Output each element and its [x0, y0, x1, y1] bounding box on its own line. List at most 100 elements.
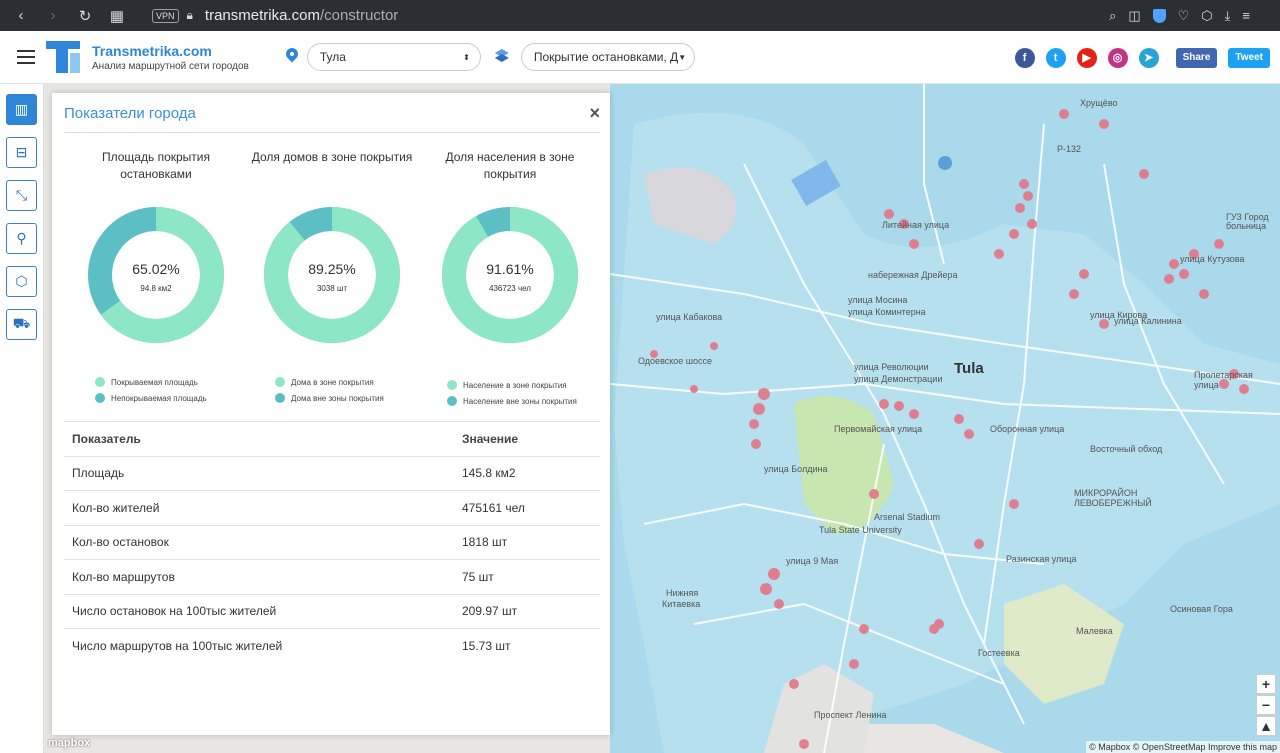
city-select[interactable]: Тула ⬍ [306, 43, 481, 71]
panel-divider [64, 132, 600, 133]
tweet-label: Tweet [1235, 52, 1263, 63]
map-city-label: Tula [954, 360, 984, 377]
map-street-label: улица Демонстрации [854, 374, 943, 384]
map-street-label: улица Кабакова [656, 312, 723, 322]
address-bar[interactable]: transmetrika.com/constructor [205, 7, 398, 24]
map-poi-label: больница [1226, 221, 1267, 231]
table-header-indicator: Показатель [72, 431, 141, 446]
vpn-badge[interactable]: VPN [152, 8, 179, 23]
legend-label: Покрываемая площадь [111, 377, 198, 387]
layer-select[interactable]: Покрытие остановками, Д ▼ [520, 43, 695, 71]
bus-tool-button[interactable]: ⊟ [6, 137, 37, 168]
facebook-share-label: Share [1182, 52, 1211, 63]
legend-dot-uncovered [95, 393, 105, 403]
lock-icon: 🔒︎ [186, 8, 193, 22]
map-street-label: Первомайская улица [834, 424, 923, 434]
twitter-icon[interactable]: t [1045, 47, 1066, 68]
table-cell-indicator: Число маршрутов на 100тыс жителей [72, 639, 283, 654]
zoom-out-button[interactable]: − [1256, 695, 1276, 715]
map-street-label: Проспект Ленина [814, 710, 887, 720]
map-street-label: Оборонная улица [990, 424, 1065, 434]
stops-tool-button[interactable]: ⚲ [6, 223, 37, 254]
map-street-label: улица Болдина [764, 464, 828, 474]
camera-icon[interactable]: ◫ [1128, 8, 1140, 24]
table-cell-indicator: Площадь [72, 466, 125, 481]
forward-icon[interactable]: › [44, 7, 62, 24]
back-icon[interactable]: ‹ [12, 7, 30, 24]
statistics-tool-button[interactable]: ▥ [6, 94, 37, 125]
hamburger-menu-icon[interactable] [17, 50, 35, 64]
brand-name: Transmetrika.com [92, 42, 212, 59]
brand[interactable]: Transmetrika.com Анализ маршрутной сети … [92, 43, 249, 72]
legend-dot-covered [447, 380, 457, 390]
stops-icon: ⚲ [16, 230, 27, 246]
location-pin-icon [285, 48, 299, 66]
menu-icon[interactable]: ≡ [1242, 8, 1250, 23]
table-row: Площадь 145.8 км2 [64, 457, 600, 491]
heart-icon[interactable]: ♡ [1178, 8, 1190, 24]
map-place-label: Нижняя [666, 588, 699, 598]
map-district-label: МИКРОРАЙОН [1074, 488, 1138, 498]
donut-absolute: 3038 шт [316, 284, 348, 293]
download-icon[interactable]: ⤓ [1225, 8, 1231, 24]
telegram-icon[interactable]: ➤ [1138, 47, 1159, 68]
map-street-label: Разинская улица [1006, 554, 1077, 564]
map-place-label: Хрущёво [1080, 98, 1118, 108]
hexagon-tool-button[interactable]: ⬡ [6, 266, 37, 297]
table-cell-value: 75 шт [462, 569, 494, 584]
map-place-label: Малевка [1076, 626, 1113, 636]
map-street-label: Пролетарская улица [1194, 370, 1253, 390]
tweet-button[interactable]: Tweet [1228, 47, 1270, 68]
map-street-label: улица Кутузова [1180, 254, 1245, 264]
chevron-down-icon: ▼ [678, 52, 687, 62]
card-title: Площадь покрытия остановками [102, 150, 210, 181]
layers-icon [493, 49, 511, 65]
search-icon[interactable]: ⌕ [1109, 8, 1116, 24]
brand-logo[interactable] [46, 39, 82, 75]
car-icon: ⛟ [12, 315, 31, 331]
browser-toolbar: ‹ › ↻ ▦ VPN 🔒︎ transmetrika.com/construc… [0, 0, 1280, 31]
left-toolbar: ▥ ⊟ ⤡ ⚲ ⬡ ⛟ [0, 84, 44, 753]
legend-dot-uncovered [275, 393, 285, 403]
legend-label: Население в зоне покрытия [463, 380, 567, 390]
map-street-label: улица Мосина [848, 295, 908, 305]
zoom-in-button[interactable]: + [1256, 674, 1276, 694]
legend-dot-covered [275, 377, 285, 387]
map-street-label: улица 9 Мая [786, 556, 839, 566]
city-indicators-panel: Показатели города × Площадь покрытия ост… [52, 93, 610, 735]
map-street-label: улица Коминтерна [848, 307, 926, 317]
table-cell-indicator: Кол-во жителей [72, 500, 160, 515]
map-place-label: Китаевка [662, 599, 701, 609]
facebook-icon[interactable]: f [1014, 47, 1035, 68]
close-icon[interactable]: × [589, 103, 600, 124]
grid-icon[interactable]: ▦ [108, 7, 126, 25]
map-road-label: Р-132 [1057, 144, 1082, 154]
instagram-icon[interactable]: ◎ [1107, 47, 1128, 68]
map-poi-label: Tula State University [819, 525, 902, 535]
reload-icon[interactable]: ↻ [76, 7, 94, 25]
legend-label: Дома в зоне покрытия [291, 377, 374, 387]
map-poi-label: Arsenal Stadium [874, 512, 941, 522]
route-tool-button[interactable]: ⤡ [6, 180, 37, 211]
legend-dot-covered [95, 377, 105, 387]
map-attribution[interactable]: © Mapbox © OpenStreetMap Improve this ma… [1086, 741, 1280, 753]
donut-percent: 91.61% [486, 261, 534, 277]
card-title: Доля домов в зоне покрытия [251, 150, 413, 164]
map-street-label: набережная Дрейера [868, 270, 958, 280]
traffic-tool-button[interactable]: ⛟ [6, 309, 37, 340]
indicators-table: Показатель Значение Площадь 145.8 км2 Кол… [64, 421, 600, 664]
table-row: Кол-во маршрутов 75 шт [64, 560, 600, 595]
youtube-icon[interactable]: ▶ [1076, 47, 1097, 68]
layer-select-value: Покрытие остановками, Д [533, 50, 679, 64]
compass-button[interactable]: ▲ [1256, 716, 1276, 736]
table-row: Кол-во жителей 475161 чел [64, 491, 600, 526]
table-header-value: Значение [462, 431, 519, 446]
brand-subtitle: Анализ маршрутной сети городов [92, 60, 249, 72]
mapbox-logo[interactable]: mapbox [48, 737, 90, 749]
map-street-label: Литейная улица [882, 220, 950, 230]
houses-coverage-donut: 89.25% 3038 шт [262, 205, 402, 345]
donut-legend: Население в зоне покрытия Население вне … [421, 380, 599, 412]
cube-icon[interactable]: ⬡ [1201, 8, 1212, 24]
shield-icon[interactable] [1152, 8, 1166, 23]
facebook-share-button[interactable]: Share [1175, 47, 1218, 68]
